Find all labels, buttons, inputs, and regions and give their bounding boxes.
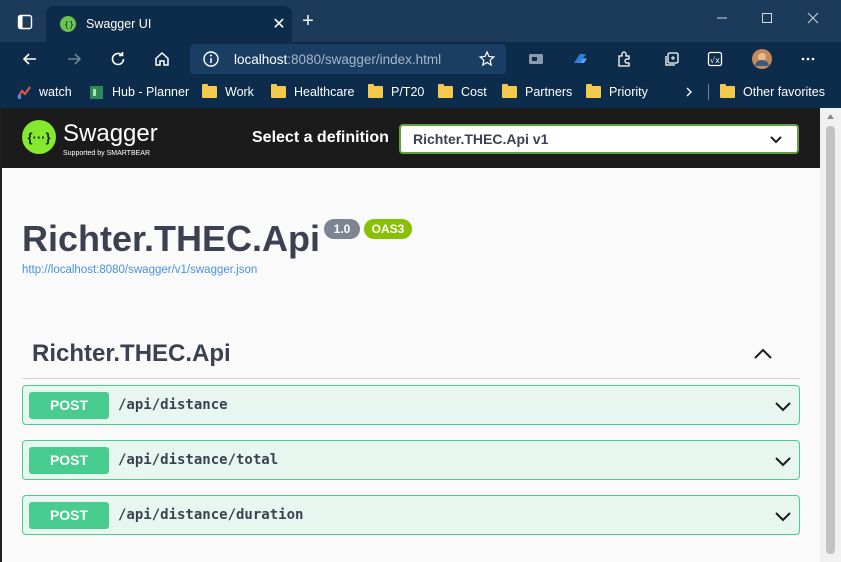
- tab-title: Swagger UI: [86, 17, 152, 31]
- favorite-hub-planner[interactable]: Hub - Planner: [89, 83, 189, 101]
- favorites-overflow-icon[interactable]: [684, 83, 696, 101]
- favorite-label: Priority: [609, 85, 648, 99]
- settings-more-icon[interactable]: [796, 47, 820, 71]
- favorite-label: Partners: [525, 85, 573, 99]
- chevron-down-icon: [769, 133, 783, 151]
- add-favorite-icon[interactable]: [478, 50, 496, 73]
- close-window-icon[interactable]: [803, 8, 823, 28]
- address-bar[interactable]: localhost:8080/swagger/index.html: [190, 44, 506, 74]
- swagger-logo-icon: {···}: [22, 120, 56, 154]
- swagger-logo-subtext: Supported by SMARTBEAR: [63, 150, 151, 157]
- version-badge: 1.0: [324, 219, 360, 239]
- folder-icon: [271, 84, 286, 98]
- page-content: {···} Swagger Supported by SMARTBEAR Sel…: [2, 108, 820, 562]
- active-tab[interactable]: {} Swagger UI ✕: [46, 6, 292, 42]
- chevron-up-icon[interactable]: [748, 342, 778, 366]
- tab-strip: {} Swagger UI ✕ +: [0, 0, 841, 42]
- favorite-label: Hub - Planner: [112, 85, 190, 99]
- refresh-icon[interactable]: [106, 47, 130, 71]
- svg-text:√x: √x: [710, 56, 720, 65]
- maximize-icon[interactable]: [757, 8, 777, 28]
- favorite-label: watch: [39, 85, 72, 99]
- favorite-cost[interactable]: Cost: [438, 83, 487, 101]
- browser-toolbar: localhost:8080/swagger/index.html √x: [0, 42, 841, 76]
- favorite-pt20[interactable]: P/T20: [368, 83, 424, 101]
- url-text: localhost:8080/swagger/index.html: [234, 52, 442, 67]
- method-badge: POST: [29, 447, 109, 474]
- folder-icon: [586, 84, 601, 98]
- swagger-favicon-icon: {}: [60, 16, 76, 32]
- definition-select-value: Richter.THEC.Api v1: [413, 131, 549, 147]
- forward-icon[interactable]: [62, 47, 86, 71]
- definition-label: Select a definition: [252, 129, 389, 146]
- favorite-partners[interactable]: Partners: [502, 83, 572, 101]
- new-tab-icon[interactable]: +: [298, 11, 318, 31]
- profile-avatar-icon[interactable]: [750, 47, 774, 71]
- favorite-label: Work: [225, 85, 254, 99]
- svg-text:{}: {}: [64, 20, 73, 29]
- favorites-divider: [708, 84, 709, 100]
- api-title: Richter.THEC.Api: [22, 218, 321, 259]
- operation-row[interactable]: POST /api/distance/duration: [22, 495, 800, 535]
- math-solver-icon[interactable]: √x: [703, 47, 727, 71]
- favorite-label: P/T20: [391, 85, 425, 99]
- favorite-watch[interactable]: watch: [16, 83, 72, 101]
- favorite-label: Other favorites: [743, 85, 825, 99]
- extension-power-automate-icon[interactable]: [568, 47, 592, 71]
- favorites-bar: watch Hub - Planner Work Healthcare P/T2…: [0, 76, 841, 108]
- oas-badge: OAS3: [364, 219, 412, 239]
- operation-row[interactable]: POST /api/distance: [22, 385, 800, 425]
- folder-icon: [720, 84, 735, 98]
- scrollbar-thumb[interactable]: [826, 126, 835, 554]
- swagger-topbar: {···} Swagger Supported by SMARTBEAR Sel…: [2, 108, 820, 168]
- favorite-label: Cost: [461, 85, 487, 99]
- favorite-work[interactable]: Work: [202, 83, 254, 101]
- operation-path: /api/distance/duration: [118, 507, 304, 523]
- extensions-puzzle-icon[interactable]: [612, 47, 636, 71]
- scroll-up-icon[interactable]: [826, 113, 835, 120]
- close-tab-icon[interactable]: ✕: [266, 14, 292, 34]
- tab-actions-icon[interactable]: [14, 11, 36, 33]
- operation-path: /api/distance: [118, 397, 228, 413]
- swagger-logo-text: Swagger: [63, 120, 158, 147]
- home-icon[interactable]: [150, 47, 174, 71]
- method-badge: POST: [29, 392, 109, 419]
- definition-select[interactable]: Richter.THEC.Api v1: [399, 124, 799, 154]
- folder-icon: [438, 84, 453, 98]
- favorite-label: Healthcare: [294, 85, 355, 99]
- spec-url-link[interactable]: http://localhost:8080/swagger/v1/swagger…: [22, 264, 257, 276]
- chevron-down-icon[interactable]: [771, 449, 795, 473]
- chevron-down-icon[interactable]: [771, 394, 795, 418]
- chart-icon: [17, 86, 31, 99]
- folder-icon: [368, 84, 383, 98]
- operation-path: /api/distance/total: [118, 452, 279, 468]
- method-badge: POST: [29, 502, 109, 529]
- folder-icon: [502, 84, 517, 98]
- chevron-down-icon[interactable]: [771, 504, 795, 528]
- planner-icon: [90, 85, 103, 99]
- favorite-healthcare[interactable]: Healthcare: [271, 83, 354, 101]
- favorite-priority[interactable]: Priority: [586, 83, 648, 101]
- favorite-other-favorites[interactable]: Other favorites: [720, 83, 825, 101]
- back-icon[interactable]: [18, 47, 42, 71]
- site-info-icon[interactable]: [202, 50, 220, 73]
- folder-icon: [202, 84, 217, 98]
- collections-icon[interactable]: [660, 47, 684, 71]
- operation-row[interactable]: POST /api/distance/total: [22, 440, 800, 480]
- tag-title[interactable]: Richter.THEC.Api: [32, 340, 231, 368]
- tag-divider: [22, 378, 800, 379]
- extension-translate-icon[interactable]: [524, 47, 548, 71]
- page-scrollbar[interactable]: [820, 108, 841, 562]
- minimize-icon[interactable]: [712, 8, 732, 28]
